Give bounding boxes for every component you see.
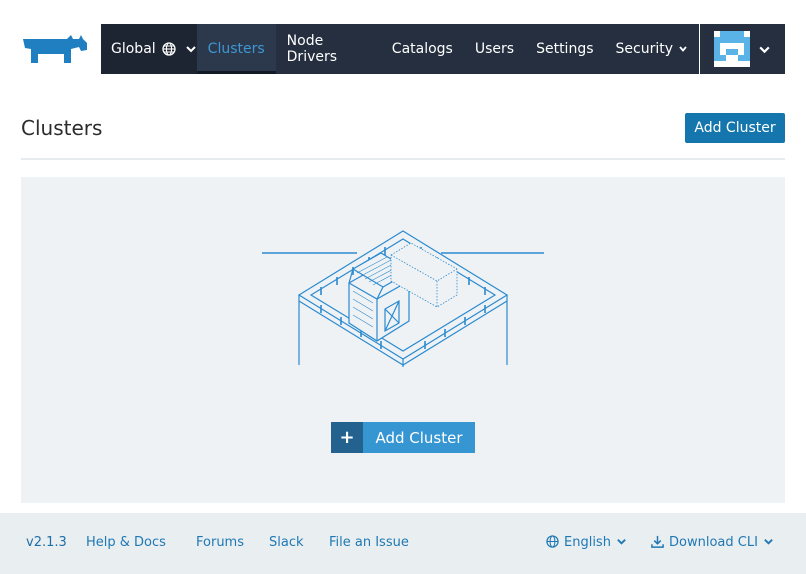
chevron-down-icon <box>679 46 687 52</box>
download-cli-label: Download CLI <box>669 535 758 550</box>
add-cluster-empty-button[interactable]: + Add Cluster <box>331 422 475 453</box>
language-selector[interactable]: English <box>546 535 627 550</box>
version-link[interactable]: v2.1.3 <box>26 535 67 550</box>
plus-icon: + <box>331 422 363 453</box>
nav-item-label: Clusters <box>207 41 265 57</box>
user-menu[interactable] <box>700 24 785 74</box>
page-title: Clusters <box>21 116 103 140</box>
add-cluster-empty-label: Add Cluster <box>375 428 463 447</box>
nav-item-label: Catalogs <box>391 41 453 57</box>
nav-item-node-drivers[interactable]: Node Drivers <box>276 24 381 74</box>
download-icon <box>651 535 664 548</box>
nav-item-label: Settings <box>536 41 594 57</box>
add-cluster-button[interactable]: Add Cluster <box>685 113 785 143</box>
globe-icon <box>162 42 176 56</box>
header-divider <box>21 158 785 160</box>
chevron-down-icon <box>185 46 196 53</box>
file-issue-link[interactable]: File an Issue <box>329 535 409 550</box>
chevron-down-icon <box>759 46 770 53</box>
forums-link[interactable]: Forums <box>196 535 244 550</box>
nav-item-clusters[interactable]: Clusters <box>196 24 276 74</box>
chevron-down-icon <box>617 539 626 545</box>
nav-item-users[interactable]: Users <box>464 24 525 74</box>
nav-item-label: Users <box>474 41 515 57</box>
nav-item-label: Node Drivers <box>286 33 338 65</box>
rancher-logo[interactable] <box>21 33 89 65</box>
footer: v2.1.3 Help & Docs Forums Slack File an … <box>0 513 806 574</box>
globe-icon <box>546 535 559 548</box>
top-nav: Global Clusters Node Drivers Catalogs Us… <box>101 24 699 74</box>
help-docs-link[interactable]: Help & Docs <box>86 535 166 550</box>
farm-illustration <box>262 230 544 367</box>
empty-state-panel: + Add Cluster <box>21 177 785 503</box>
user-avatar <box>714 31 750 67</box>
language-label: English <box>564 535 611 550</box>
nav-item-settings[interactable]: Settings <box>525 24 604 74</box>
nav-item-security[interactable]: Security <box>605 24 700 74</box>
download-cli-menu[interactable]: Download CLI <box>651 535 774 550</box>
nav-item-catalogs[interactable]: Catalogs <box>381 24 464 74</box>
chevron-down-icon <box>764 539 773 545</box>
nav-item-label: Security <box>615 41 674 57</box>
slack-link[interactable]: Slack <box>269 535 304 550</box>
scope-label: Global <box>111 41 156 57</box>
scope-switcher[interactable]: Global <box>101 24 203 74</box>
